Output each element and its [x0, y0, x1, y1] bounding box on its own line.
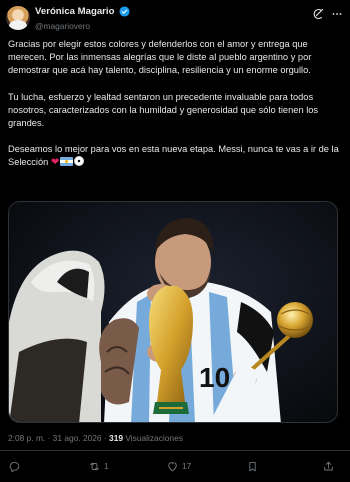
- retweet-count: 1: [104, 461, 109, 471]
- bookmark-button[interactable]: [246, 459, 259, 473]
- grok-icon[interactable]: [312, 8, 324, 20]
- tweet[interactable]: Verónica Magario @magariovero Gracias po…: [0, 0, 350, 482]
- share-icon: [324, 461, 333, 470]
- tweet-paragraph-3: Deseamos lo mejor para vos en esta nueva…: [8, 143, 344, 169]
- avatar[interactable]: [6, 6, 30, 30]
- svg-text:10: 10: [199, 362, 230, 393]
- handle[interactable]: @magariovero: [35, 21, 90, 31]
- tweet-paragraph-2: Tu lucha, esfuerzo y lealtad sentaron un…: [8, 91, 319, 129]
- display-name[interactable]: Verónica Magario: [35, 6, 114, 17]
- like-count: 17: [182, 461, 192, 471]
- reply-icon: [9, 461, 20, 472]
- retweet-icon: [90, 462, 99, 470]
- bookmark-icon: [249, 461, 256, 471]
- tweet-header: Verónica Magario @magariovero: [6, 4, 346, 32]
- soccer-ball-icon: [74, 156, 85, 167]
- tweet-timestamp[interactable]: 2:08 p. m. · 31 ago. 2026 ·: [8, 433, 109, 443]
- more-icon[interactable]: [331, 8, 343, 20]
- like-icon: [168, 461, 177, 471]
- tweet-text: Gracias por elegir estos colores y defen…: [8, 38, 344, 183]
- views-count: 319: [109, 433, 124, 443]
- retweet-button[interactable]: 1: [88, 459, 109, 473]
- photo-messi-kissing-world-cup: 10: [9, 202, 337, 422]
- tweet-meta: 2:08 p. m. · 31 ago. 2026 · 319 Visualiz…: [8, 433, 183, 443]
- verified-badge-icon[interactable]: [119, 6, 130, 17]
- views-label: Visualizaciones: [123, 433, 183, 443]
- red-heart-icon: ❤: [50, 157, 60, 169]
- like-button[interactable]: 17: [166, 459, 191, 473]
- tweet-paragraph-1: Gracias por elegir estos colores y defen…: [8, 39, 312, 76]
- reply-button[interactable]: [8, 459, 24, 473]
- argentina-flag-icon: [60, 157, 74, 167]
- share-button[interactable]: [322, 459, 335, 473]
- tweet-actions: 1 17: [0, 455, 350, 477]
- tweet-image[interactable]: 10: [8, 201, 338, 423]
- divider: [0, 450, 350, 451]
